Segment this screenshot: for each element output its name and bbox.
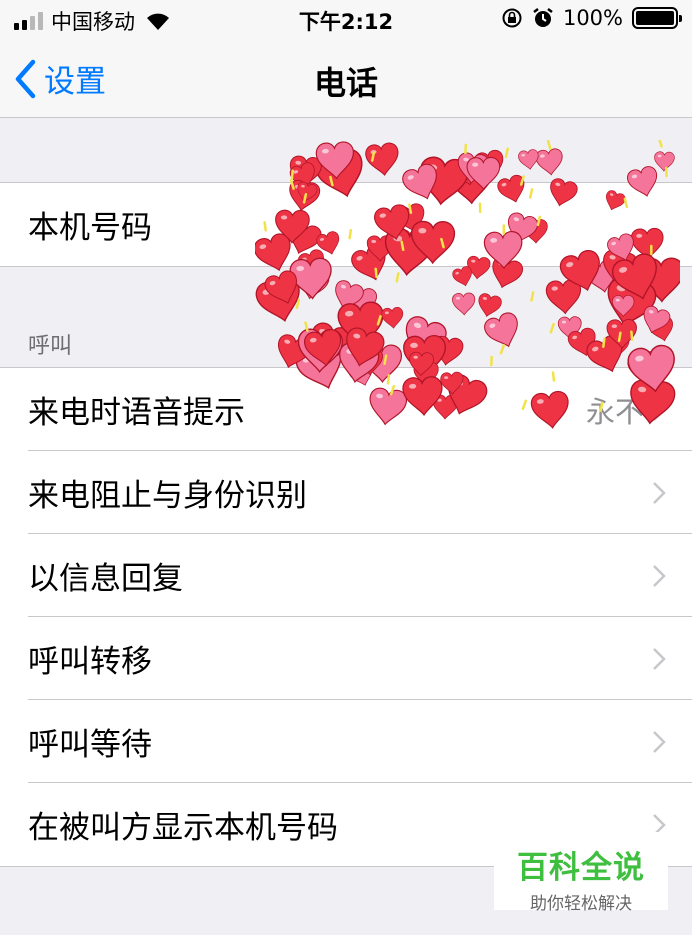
chevron-right-icon: [653, 564, 666, 587]
chevron-right-icon: [653, 647, 666, 670]
sparkle-mark: [630, 330, 634, 341]
status-bar: 中国移动 下午2:12 100%: [0, 0, 692, 38]
heart-icon: [474, 149, 504, 180]
heart-icon: [611, 295, 635, 318]
heart-icon: [535, 148, 563, 176]
sparkle-mark: [602, 337, 606, 348]
heart-icon: [311, 322, 352, 364]
row-call-blocking[interactable]: 来电阻止与身份识别: [0, 451, 692, 534]
sparkle-mark: [295, 298, 301, 310]
chevron-right-icon: [653, 398, 666, 421]
rotation-lock-icon: [502, 8, 522, 28]
row-label: 来电时语音提示: [28, 395, 245, 431]
row-announce-calls[interactable]: 来电时语音提示 永不: [0, 368, 692, 451]
heart-icon: [484, 312, 518, 348]
calls-group: 来电时语音提示 永不 来电阻止与身份识别 以信息回复 呼叫转移 呼叫等待 在被叫…: [0, 367, 692, 867]
status-right: 100%: [501, 6, 682, 30]
row-value: 永不: [585, 394, 644, 429]
chevron-right-icon: [653, 730, 666, 753]
row-label: 来电阻止与身份识别: [28, 478, 307, 514]
heart-icon: [518, 149, 539, 170]
row-call-waiting[interactable]: 呼叫等待: [0, 700, 692, 783]
heart-icon: [607, 277, 657, 328]
heart-icon: [606, 319, 637, 349]
nav-bar: 设置 电话: [0, 38, 692, 118]
watermark: 百科全说 助你轻松解决: [494, 832, 668, 914]
heart-icon: [347, 285, 377, 316]
heart-icon: [545, 279, 582, 315]
sparkle-mark: [658, 140, 663, 148]
sparkle-mark: [499, 343, 506, 355]
heart-icon: [607, 335, 630, 357]
heart-icon: [557, 316, 582, 340]
sparkle-mark: [374, 267, 378, 279]
sparkle-mark: [383, 354, 388, 365]
sparkle-mark: [376, 315, 382, 326]
heart-icon: [381, 307, 404, 329]
sparkle-mark: [530, 291, 535, 302]
row-label: 呼叫转移: [28, 644, 152, 680]
heart-icon: [643, 305, 671, 334]
heart-icon: [337, 301, 384, 348]
heart-icon: [452, 266, 472, 287]
heart-icon: [315, 141, 354, 180]
watermark-subtitle: 助你轻松解决: [530, 894, 632, 914]
watermark-title: 百科全说: [517, 850, 645, 886]
my-number-group: 本机号码: [0, 182, 692, 267]
row-label: 以信息回复: [28, 561, 183, 597]
row-label: 本机号码: [28, 210, 152, 246]
row-my-number[interactable]: 本机号码: [0, 183, 692, 266]
sparkle-mark: [290, 169, 294, 180]
heart-icon: [346, 327, 385, 367]
heart-icon: [365, 142, 399, 176]
alarm-icon: [533, 8, 553, 27]
sparkle-mark: [546, 140, 552, 151]
chevron-right-icon: [653, 481, 666, 504]
heart-icon: [304, 329, 342, 367]
heart-icon: [335, 280, 364, 310]
heart-icon: [433, 335, 464, 366]
sparkle-mark: [370, 151, 376, 162]
heart-icon: [654, 151, 675, 172]
sparkle-mark: [304, 321, 309, 332]
heart-icon: [457, 152, 489, 184]
heart-icon: [567, 327, 596, 357]
heart-icon: [347, 337, 377, 366]
battery-percent: 100%: [562, 6, 623, 30]
heart-icon: [297, 328, 343, 374]
heart-icon: [255, 276, 300, 322]
heart-icon: [605, 267, 633, 295]
battery-icon: [632, 7, 682, 29]
heart-icon: [350, 321, 376, 346]
row-call-forwarding[interactable]: 呼叫转移: [0, 617, 692, 700]
heart-icon: [297, 266, 330, 300]
heart-icon: [277, 334, 311, 369]
heart-icon: [648, 316, 673, 342]
heart-icon: [405, 316, 447, 359]
sparkle-mark: [549, 322, 555, 334]
sparkle-mark: [395, 272, 400, 283]
row-label: 在被叫方显示本机号码: [28, 810, 338, 846]
heart-icon: [452, 292, 476, 316]
sparkle-mark: [504, 147, 509, 158]
page-title: 电话: [313, 64, 378, 102]
heart-icon: [264, 270, 298, 304]
row-label: 呼叫等待: [28, 727, 152, 763]
row-respond-with-text[interactable]: 以信息回复: [0, 534, 692, 617]
sparkle-mark: [617, 331, 622, 343]
heart-icon: [478, 293, 502, 317]
section-header-calls: 呼叫: [28, 334, 73, 359]
battery-fill: [636, 11, 674, 25]
